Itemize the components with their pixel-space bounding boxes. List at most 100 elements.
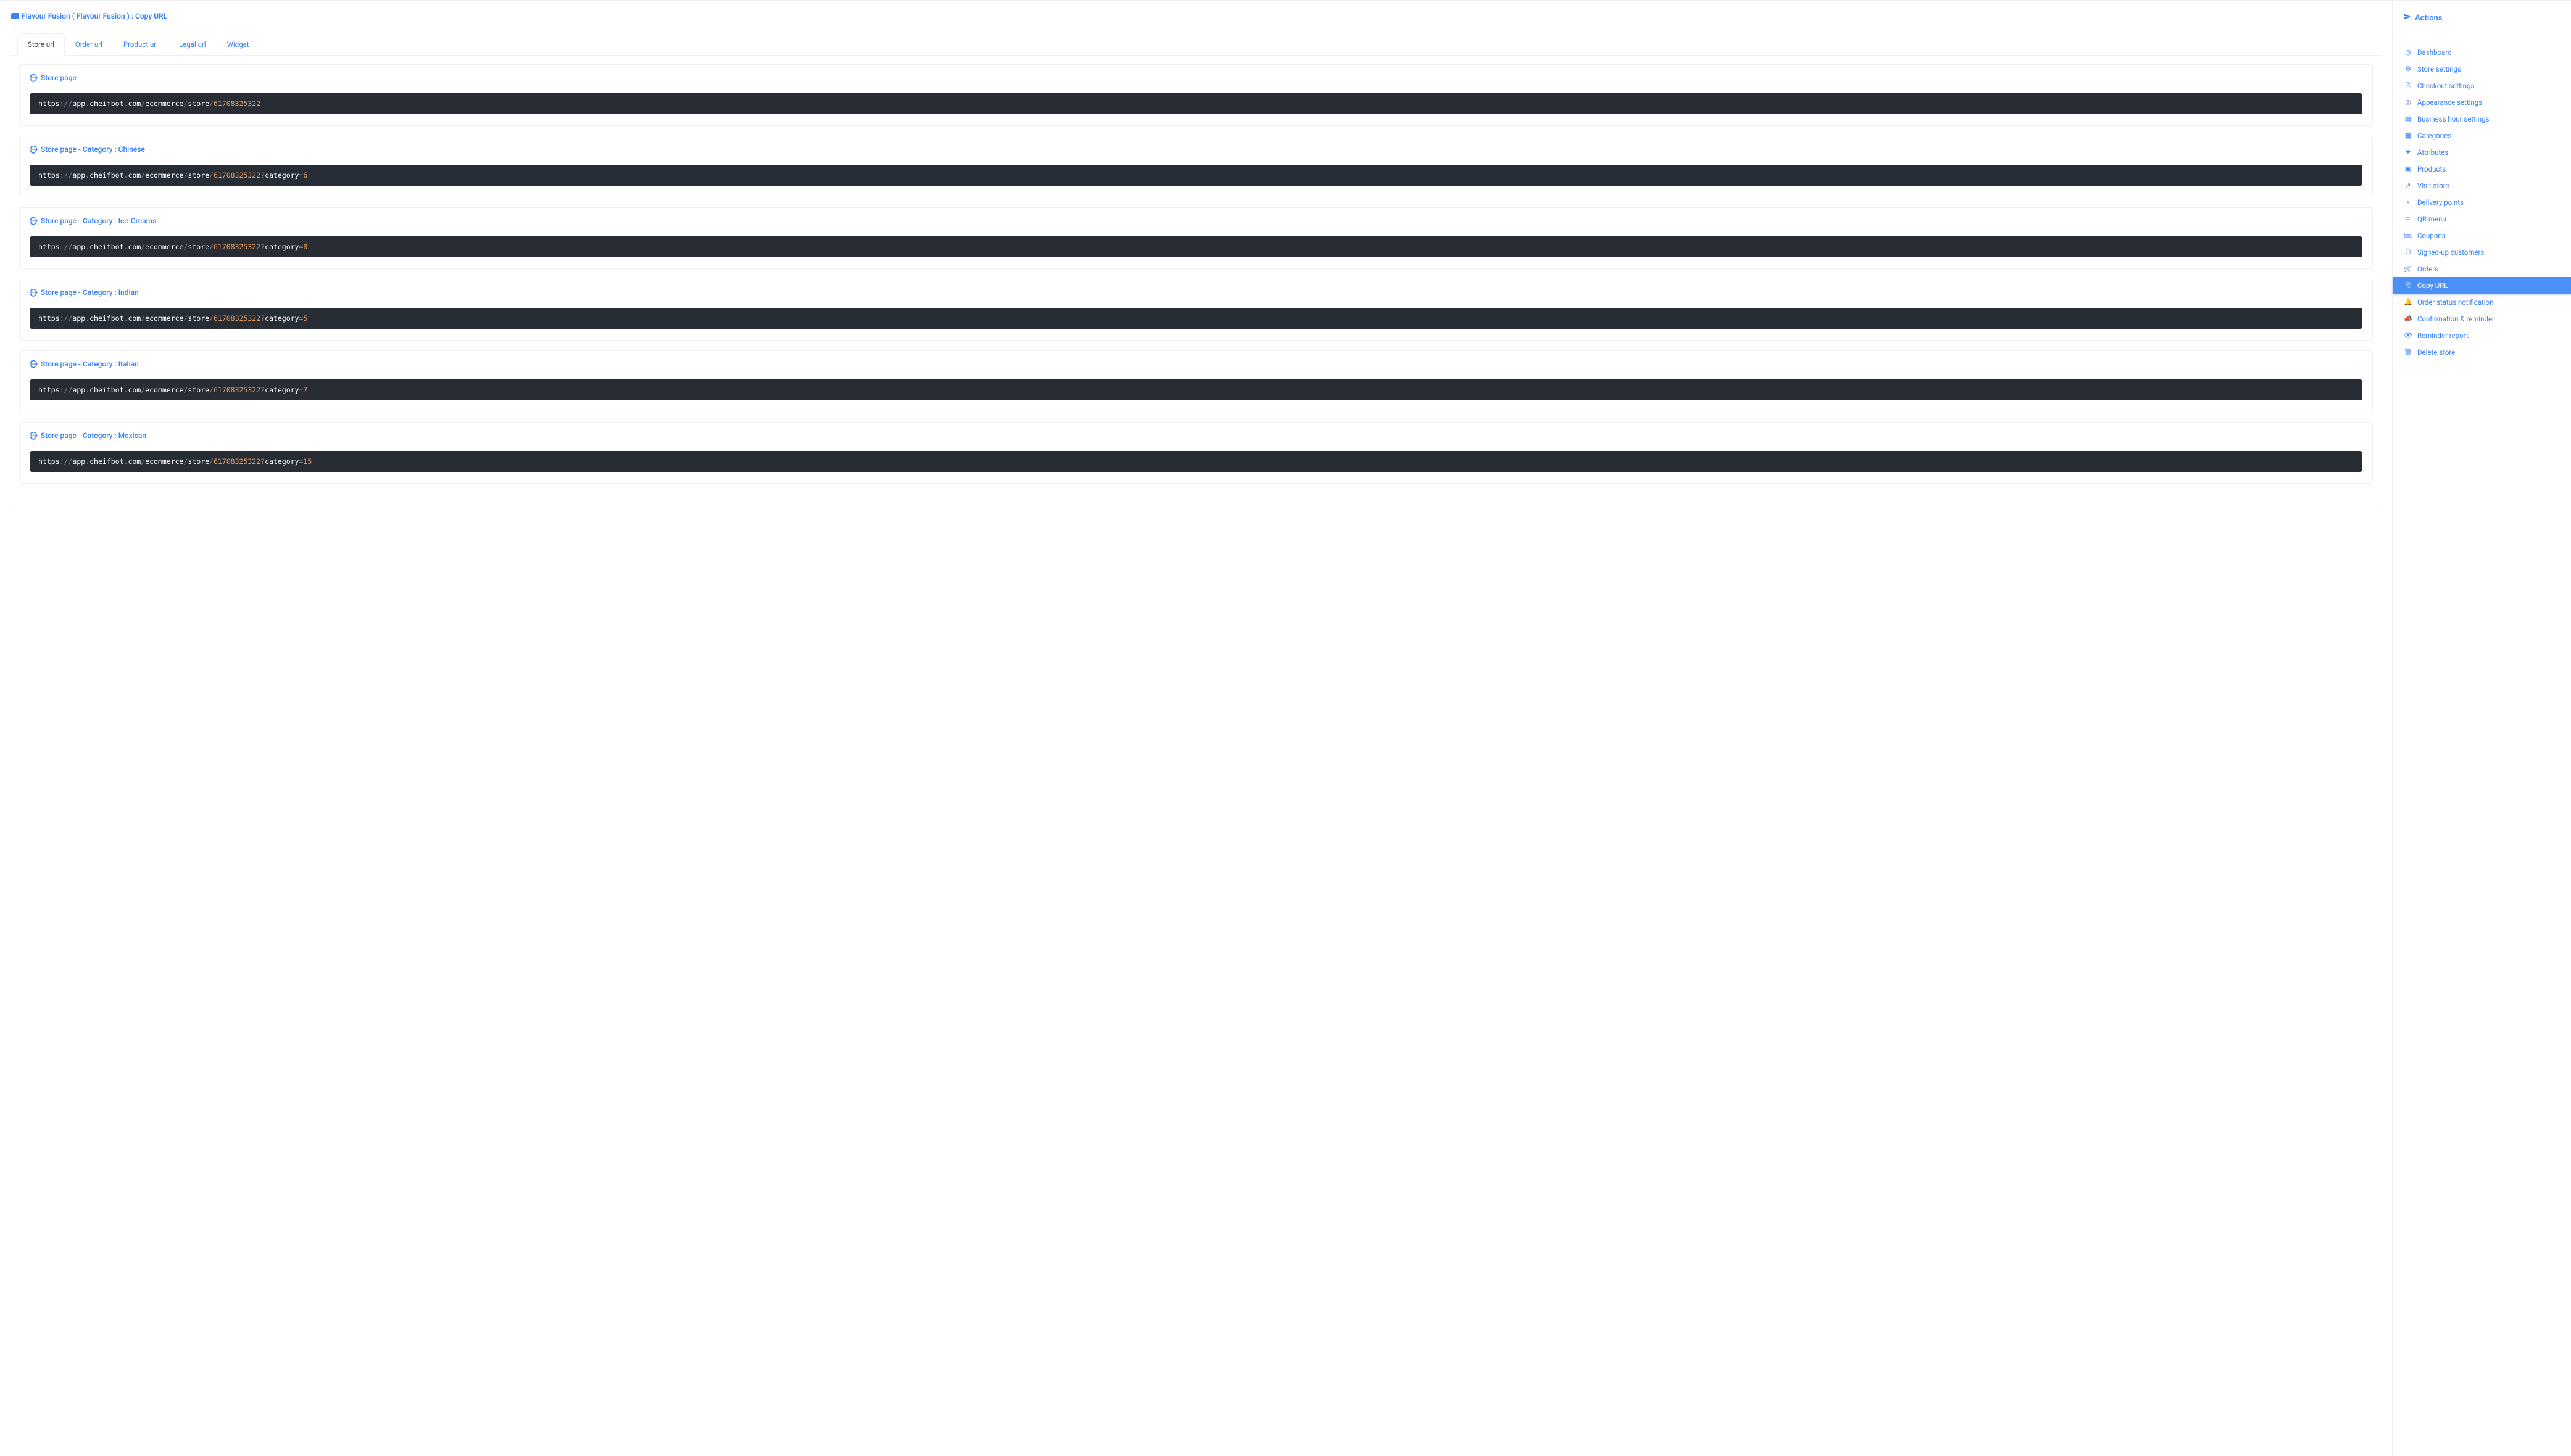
sidebar-item-reminder-report[interactable]: 👁 Reminder report [2393, 327, 2571, 344]
url-sep: :// [60, 457, 73, 466]
breadcrumb-store-2[interactable]: Flavour Fusion [77, 12, 125, 20]
sidebar-item-label: Checkout settings [2417, 81, 2474, 90]
url-store-id: 61708325322 [214, 314, 260, 323]
trash-icon: 🗑 [2404, 348, 2412, 356]
tab-store-url[interactable]: Store url [17, 33, 65, 56]
plane-icon [2404, 13, 2411, 23]
url-segment: store [188, 457, 209, 466]
url-param-name: category [265, 242, 299, 251]
url-segment: ecommerce [145, 457, 183, 466]
breadcrumb-paren-open: ( [72, 12, 75, 20]
url-param-name: category [265, 314, 299, 323]
url-param-name: category [265, 457, 299, 466]
sidebar-item-delete-store[interactable]: 🗑 Delete store [2393, 344, 2571, 360]
url-card-title: Store page - Category : Mexican [41, 431, 146, 440]
sidebar-item-label: Coupons [2417, 231, 2446, 240]
globe-icon [30, 432, 37, 439]
sidebar-item-store-settings[interactable]: ⚙Store settings [2393, 60, 2571, 77]
url-host-part: cheifbot [89, 457, 123, 466]
globe-icon [30, 146, 37, 153]
sidebar-item-delivery-points[interactable]: ⌖Delivery points [2393, 194, 2571, 210]
url-card-title: Store page - Category : Indian [41, 288, 139, 297]
url-codeblock[interactable]: https://app.cheifbot.com/ecommerce/store… [30, 93, 2362, 114]
url-host-part: app [72, 386, 85, 394]
url-param-name: category [265, 386, 299, 394]
tab-order-url[interactable]: Order url [65, 33, 113, 56]
sidebar-item-signed-up-customers[interactable]: ⚇Signed-up customers [2393, 244, 2571, 260]
actions-title: Actions [2393, 10, 2571, 31]
url-host-part: com [128, 457, 141, 466]
url-slash: / [209, 314, 214, 323]
sidebar-item-attributes[interactable]: ★Attributes [2393, 144, 2571, 160]
sidebar-item-label: Business hour settings [2417, 115, 2490, 123]
url-host-part: app [72, 171, 85, 180]
url-store-id: 61708325322 [214, 386, 260, 394]
url-segment: store [188, 242, 209, 251]
eye-icon: 👁 [2404, 331, 2412, 339]
url-codeblock[interactable]: https://app.cheifbot.com/ecommerce/store… [30, 451, 2362, 472]
url-param-value: 15 [303, 457, 312, 466]
sidebar-item-categories[interactable]: ▦Categories [2393, 127, 2571, 144]
url-card-body: https://app.cheifbot.com/ecommerce/store… [20, 303, 2372, 340]
url-store-id: 61708325322 [214, 457, 260, 466]
url-card-title: Store page - Category : Italian [41, 360, 139, 368]
url-codeblock[interactable]: https://app.cheifbot.com/ecommerce/store… [30, 379, 2362, 400]
url-store-id: 61708325322 [214, 171, 260, 180]
breadcrumb: Flavour Fusion ( Flavour Fusion ) : Copy… [10, 10, 2382, 33]
sidebar-item-visit-store[interactable]: ↗Visit store [2393, 177, 2571, 194]
sidebar-item-label: Delete store [2417, 348, 2455, 357]
url-store-id: 61708325322 [214, 99, 260, 108]
url-host-part: cheifbot [89, 171, 123, 180]
sidebar-item-dashboard[interactable]: ◷Dashboard [2393, 44, 2571, 60]
breadcrumb-paren-colon: ) : [127, 12, 133, 20]
url-host-part: cheifbot [89, 386, 123, 394]
url-card-body: https://app.cheifbot.com/ecommerce/store… [20, 446, 2372, 483]
sidebar-item-label: Reminder report [2417, 331, 2469, 340]
sidebar-item-confirmation-reminder[interactable]: 📣Confirmation & reminder [2393, 310, 2571, 327]
url-codeblock[interactable]: https://app.cheifbot.com/ecommerce/store… [30, 308, 2362, 329]
url-host-part: com [128, 171, 141, 180]
sidebar-item-label: QR menu [2417, 215, 2446, 223]
sidebar-item-checkout-settings[interactable]: ⎘ Checkout settings [2393, 77, 2571, 94]
url-segment: store [188, 99, 209, 108]
url-card: Store page - Category : Indianhttps://ap… [19, 279, 2373, 341]
sidebar-item-products[interactable]: ▣Products [2393, 160, 2571, 177]
url-store-id: 61708325322 [214, 242, 260, 251]
sidebar-item-coupons[interactable]: 🎟Coupons [2393, 227, 2571, 244]
sidebar-item-copy-url[interactable]: ⎘Copy URL [2393, 277, 2571, 294]
url-card: Store page - Category : Chinese https://a… [19, 136, 2373, 197]
breadcrumb-store-1[interactable]: Flavour Fusion [22, 12, 70, 20]
store-icon [11, 13, 19, 19]
url-codeblock[interactable]: https://app.cheifbot.com/ecommerce/store… [30, 165, 2362, 186]
url-host-part: app [72, 242, 85, 251]
url-codeblock[interactable]: https://app.cheifbot.com/ecommerce/store… [30, 236, 2362, 257]
url-scheme: https [38, 242, 60, 251]
globe-icon [30, 289, 37, 296]
sidebar-item-business-hour-settings[interactable]: ▤Business hour settings [2393, 110, 2571, 127]
sidebar-item-orders[interactable]: 🛒Orders [2393, 260, 2571, 277]
sidebar-item-label: Copy URL [2417, 281, 2448, 290]
url-host-part: com [128, 99, 141, 108]
url-segment: ecommerce [145, 171, 183, 180]
url-card-header: Store page - Category : Ice-Creams [20, 208, 2372, 231]
url-slash: / [209, 242, 214, 251]
url-sep: :// [60, 99, 73, 108]
sidebar-item-qr-menu[interactable]: ⌗QR menu [2393, 210, 2571, 227]
tab-widget[interactable]: Widget [217, 33, 260, 56]
url-card-body: https://app.cheifbot.com/ecommerce/store… [20, 231, 2372, 268]
url-host-part: cheifbot [89, 242, 123, 251]
url-scheme: https [38, 386, 60, 394]
sidebar-item-label: Categories [2417, 131, 2451, 140]
tab-product-url[interactable]: Product url [113, 33, 168, 56]
url-host-part: app [72, 99, 85, 108]
sidebar-item-appearance-settings[interactable]: ◎Appearance settings [2393, 94, 2571, 110]
url-param-value: 8 [303, 242, 307, 251]
sidebar-item-order-status-notification[interactable]: 🔔Order status notification [2393, 294, 2571, 310]
sidebar-item-label: Order status notification [2417, 298, 2493, 307]
tab-legal-url[interactable]: Legal url [168, 33, 217, 56]
checkout-icon: ⎘ [2404, 81, 2412, 90]
url-param-value: 7 [303, 386, 307, 394]
url-card-header: Store page - Category : Chinese [20, 136, 2372, 160]
url-segment: store [188, 386, 209, 394]
url-host-part: app [72, 314, 85, 323]
